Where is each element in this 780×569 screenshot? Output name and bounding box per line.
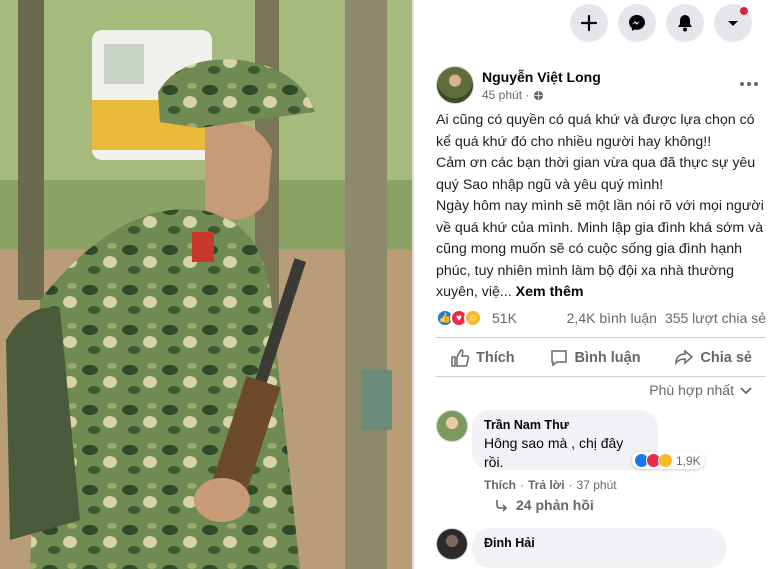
chevron-down-icon — [740, 387, 752, 395]
post-text: Ai cũng có quyền có quá khứ và được lựa … — [436, 112, 764, 300]
comment-label: Bình luận — [574, 350, 641, 366]
notifications-button[interactable] — [666, 4, 704, 42]
haha-reaction-icon — [658, 453, 673, 468]
create-button[interactable] — [570, 4, 608, 42]
comment-like-link[interactable]: Thích — [484, 478, 516, 492]
notification-dot — [740, 7, 748, 15]
post-meta: 45 phút · — [482, 88, 544, 102]
reaction-icons[interactable]: 👍 ♥ ☺ — [436, 309, 482, 327]
post-actions: Thích Bình luận Chia sẻ — [436, 345, 766, 371]
share-icon — [675, 349, 694, 366]
comment-sort-dropdown[interactable]: Phù hợp nhất — [649, 382, 752, 398]
share-count[interactable]: 355 lượt chia sẻ — [665, 310, 766, 326]
comment-reactions[interactable]: 1,9K — [632, 452, 705, 469]
comment-item: Trần Nam Thư Hông sao mà , chị đây rồi. … — [436, 410, 766, 494]
comment-count[interactable]: 2,4K bình luận — [567, 310, 657, 326]
plus-icon — [580, 14, 598, 32]
messenger-button[interactable] — [618, 4, 656, 42]
commenter-name[interactable]: Trần Nam Thư — [484, 418, 646, 432]
care-reaction-icon: ☺ — [464, 309, 482, 327]
author-avatar[interactable] — [436, 66, 474, 104]
soldier-photo — [0, 0, 412, 569]
top-actions — [570, 4, 752, 42]
reply-arrow-icon — [496, 500, 508, 512]
comment-reply-link[interactable]: Trả lời — [528, 478, 565, 492]
messenger-icon — [629, 15, 645, 31]
post-author: Nguyễn Việt Long 45 phút · — [436, 66, 766, 108]
post-photo[interactable] — [0, 0, 412, 569]
comment-bubble: Đinh Hải — [472, 528, 726, 568]
view-replies-link[interactable]: 24 phản hồi — [494, 497, 594, 513]
like-button[interactable]: Thích — [436, 345, 529, 371]
post-body: Ai cũng có quyền có quá khứ và được lựa … — [436, 110, 772, 304]
reactions-summary: 👍 ♥ ☺ 51K 2,4K bình luận 355 lượt chia s… — [436, 307, 766, 329]
comment-meta: Thích · Trả lời · 37 phút — [484, 478, 617, 492]
bell-icon — [678, 15, 692, 32]
separator: · — [520, 478, 524, 492]
comment-time[interactable]: 37 phút — [577, 478, 617, 492]
commenter-avatar[interactable] — [436, 528, 468, 560]
account-button[interactable] — [714, 4, 752, 42]
share-label: Chia sẻ — [700, 350, 752, 366]
post-details-panel: Nguyễn Việt Long 45 phút · Ai cũng có qu… — [414, 0, 780, 569]
caret-down-icon — [728, 21, 738, 26]
comment-item: Đinh Hải — [436, 528, 766, 569]
comment-icon — [550, 350, 567, 367]
globe-icon — [534, 90, 544, 100]
reaction-count[interactable]: 51K — [492, 310, 517, 326]
like-label: Thích — [476, 350, 515, 366]
comment-text: Hông sao mà , chị đây rồi. — [484, 435, 624, 470]
replies-label: 24 phản hồi — [516, 497, 594, 513]
comment-reaction-count: 1,9K — [676, 453, 701, 468]
author-name[interactable]: Nguyễn Việt Long — [482, 69, 601, 85]
sort-label: Phù hợp nhất — [649, 382, 734, 398]
post-time[interactable]: 45 phút · — [482, 88, 529, 102]
comment-button[interactable]: Bình luận — [535, 345, 655, 371]
thumbs-up-icon — [451, 349, 470, 367]
more-options-icon[interactable] — [738, 76, 760, 92]
see-more-link[interactable]: Xem thêm — [516, 284, 584, 300]
divider — [436, 337, 766, 338]
commenter-avatar[interactable] — [436, 410, 468, 442]
divider — [436, 376, 766, 377]
comment-bubble: Trần Nam Thư Hông sao mà , chị đây rồi. — [472, 410, 658, 470]
commenter-name[interactable]: Đinh Hải — [484, 536, 714, 550]
share-button[interactable]: Chia sẻ — [660, 345, 766, 371]
engagement-counts: 2,4K bình luận 355 lượt chia sẻ — [567, 310, 766, 326]
separator: · — [568, 478, 573, 492]
